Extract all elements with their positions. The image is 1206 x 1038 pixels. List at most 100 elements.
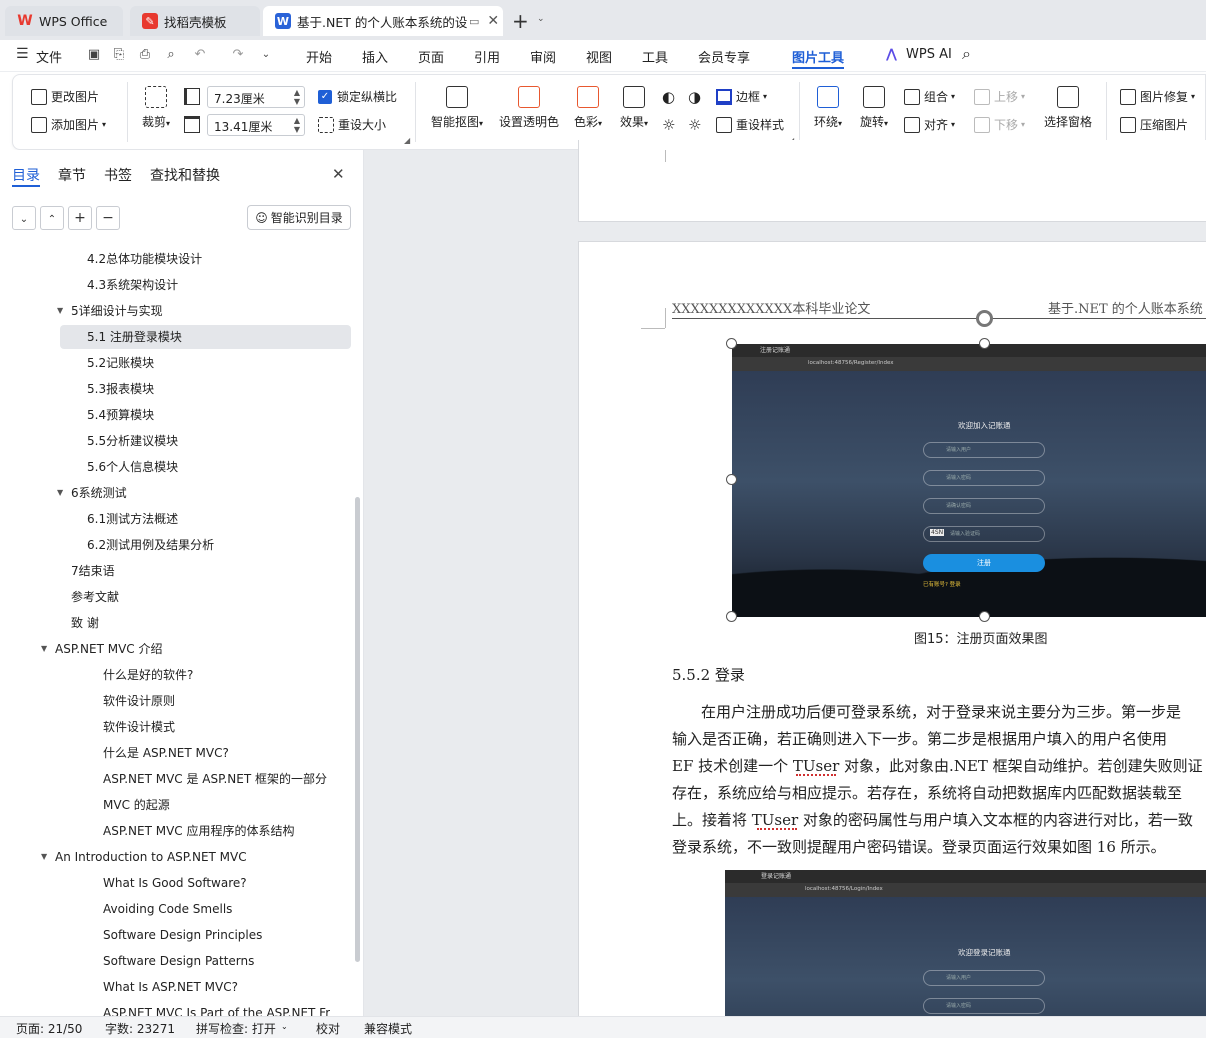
toc-item[interactable]: Software Design Principles <box>103 924 262 948</box>
redo-icon[interactable]: ↷ <box>230 47 246 63</box>
toc-item[interactable]: 4.2总体功能模块设计 <box>87 248 202 272</box>
move-up-button[interactable]: 上移 ▾ <box>974 88 1025 105</box>
menu-review[interactable]: 审阅 <box>530 47 556 66</box>
quick-access-chevron-icon[interactable]: ⌄ <box>258 47 274 63</box>
register-captcha-field[interactable]: 4SN 请输入验证码 <box>923 526 1045 542</box>
wrap-button[interactable]: 环绕▾ <box>810 86 846 130</box>
menu-picture-tools[interactable]: 图片工具 <box>792 47 844 66</box>
selection-pane-button[interactable]: 选择窗格 <box>1042 86 1094 130</box>
resize-handle-w[interactable] <box>726 474 737 485</box>
collapse-all-button[interactable]: ⌄ <box>12 206 36 230</box>
collapse-triangle-icon[interactable]: ▼ <box>41 846 47 868</box>
lock-ratio-checkbox[interactable]: ✓ 锁定纵横比 <box>318 88 397 105</box>
toc-item[interactable]: 7结束语 <box>71 560 115 584</box>
spin-arrows-icon[interactable]: ▲ ▼ <box>294 88 300 106</box>
height-input[interactable]: 13.41厘米 ▲ ▼ <box>207 114 305 136</box>
image-repair-button[interactable]: 图片修复 ▾ <box>1120 88 1195 105</box>
add-heading-button[interactable]: + <box>68 206 92 230</box>
collapse-triangle-icon[interactable]: ▼ <box>41 638 47 660</box>
contrast-increase-icon[interactable]: ◐ <box>662 88 675 106</box>
expand-up-button[interactable]: ⌃ <box>40 206 64 230</box>
hamburger-icon[interactable]: ☰ <box>16 46 29 62</box>
tab-sections[interactable]: 章节 <box>58 165 86 185</box>
reset-size-button[interactable]: 重设大小 <box>318 116 386 133</box>
toc-item-active[interactable]: 5.1 注册登录模块 <box>87 326 182 350</box>
close-pane-icon[interactable]: ✕ <box>332 165 345 183</box>
smart-cutout-button[interactable]: 智能抠图▾ <box>428 86 486 130</box>
group-button[interactable]: 组合 ▾ <box>904 88 955 105</box>
toc-item[interactable]: 参考文献 <box>71 586 119 610</box>
crop-button[interactable]: 裁剪▾ <box>138 86 174 130</box>
set-transparent-button[interactable]: 设置透明色 <box>498 86 560 130</box>
login-link[interactable]: 已有账号? 登录 <box>923 580 961 588</box>
brightness-increase-icon[interactable]: ☼ <box>662 116 675 134</box>
remove-heading-button[interactable]: − <box>96 206 120 230</box>
menu-insert[interactable]: 插入 <box>362 47 388 66</box>
menu-file[interactable]: 文件 <box>36 47 62 66</box>
collapse-triangle-icon[interactable]: ▼ <box>57 482 63 504</box>
register-username-field[interactable]: 请输入用户 <box>923 442 1045 458</box>
word-count[interactable]: 字数: 23271 <box>105 1020 175 1037</box>
print-preview-icon[interactable]: ⌕ <box>163 47 179 63</box>
smart-toc-button[interactable]: ☺ 智能识别目录 <box>247 205 351 230</box>
tab-wps-office[interactable]: W WPS Office <box>5 6 123 36</box>
toc-item[interactable]: 5详细设计与实现 <box>71 300 163 324</box>
tab-toc[interactable]: 目录 <box>12 165 40 185</box>
toc-item[interactable]: 5.6个人信息模块 <box>87 456 178 480</box>
effect-button[interactable]: 效果▾ <box>616 86 652 130</box>
toc-item[interactable]: 6系统测试 <box>71 482 127 506</box>
width-input[interactable]: 7.23厘米 ▲ ▼ <box>207 86 305 108</box>
register-password-field[interactable]: 请输入密码 <box>923 470 1045 486</box>
toc-item[interactable]: 5.3报表模块 <box>87 378 154 402</box>
resize-handle-nw[interactable] <box>726 338 737 349</box>
resize-handle-n[interactable] <box>979 338 990 349</box>
tab-find-replace[interactable]: 查找和替换 <box>150 165 220 185</box>
change-image-button[interactable]: 更改图片 <box>31 88 99 105</box>
proofread-button[interactable]: 校对 <box>316 1020 340 1037</box>
dialog-launcher-icon[interactable]: ◢ <box>404 136 410 145</box>
search-icon[interactable]: ⌕ <box>962 44 971 64</box>
monitor-icon[interactable]: ▭ <box>469 15 479 28</box>
compress-image-button[interactable]: 压缩图片 <box>1120 116 1188 133</box>
toc-item[interactable]: 5.4预算模块 <box>87 404 154 428</box>
rotate-handle-icon[interactable] <box>976 310 993 327</box>
register-confirm-field[interactable]: 请确认密码 <box>923 498 1045 514</box>
border-button[interactable]: 边框 ▾ <box>716 88 767 105</box>
toc-item[interactable]: 6.1测试方法概述 <box>87 508 178 532</box>
login-password-field[interactable]: 请输入密码 <box>923 998 1045 1014</box>
toc-item[interactable]: ASP.NET MVC Is Part of the ASP.NET Fr <box>103 1002 330 1016</box>
toc-item[interactable]: Avoiding Code Smells <box>103 898 232 922</box>
close-tab-icon[interactable]: ✕ <box>487 13 499 29</box>
save-icon[interactable]: ▣ <box>86 47 102 63</box>
register-submit-button[interactable]: 注册 <box>923 554 1045 572</box>
resize-handle-sw[interactable] <box>726 611 737 622</box>
toc-item[interactable]: MVC 的起源 <box>103 794 170 818</box>
contrast-decrease-icon[interactable]: ◑ <box>688 88 701 106</box>
tab-list-chevron-icon[interactable]: ⌄ <box>537 14 545 24</box>
toc-item[interactable]: 5.2记账模块 <box>87 352 154 376</box>
toc-item[interactable]: 6.2测试用例及结果分析 <box>87 534 214 558</box>
figure-login-screenshot[interactable]: 登录记账通 localhost:48756/Login/Index 欢迎登录记账… <box>725 870 1206 1016</box>
resize-handle-s[interactable] <box>979 611 990 622</box>
export-pdf-icon[interactable]: ⎘ <box>111 47 127 63</box>
menu-view[interactable]: 视图 <box>586 47 612 66</box>
collapse-triangle-icon[interactable]: ▼ <box>57 300 63 322</box>
login-username-field[interactable]: 请输入用户 <box>923 970 1045 986</box>
move-down-button[interactable]: 下移 ▾ <box>974 116 1025 133</box>
toc-item[interactable]: 什么是好的软件? <box>103 664 193 688</box>
add-image-button[interactable]: 添加图片 ▾ <box>31 116 106 133</box>
reset-style-button[interactable]: 重设样式 <box>716 116 784 133</box>
tab-active-document[interactable]: W 基于.NET 的个人账本系统的设 ▭ ✕ <box>263 6 503 36</box>
toc-item[interactable]: ASP.NET MVC 介绍 <box>55 638 162 662</box>
brightness-decrease-icon[interactable]: ☼ <box>688 116 701 134</box>
toc-item[interactable]: What Is Good Software? <box>103 872 247 896</box>
menu-wps-ai[interactable]: WPS AI <box>906 47 952 62</box>
toc-item[interactable]: An Introduction to ASP.NET MVC <box>55 846 247 870</box>
align-button[interactable]: 对齐 ▾ <box>904 116 955 133</box>
sidebar-scrollbar[interactable] <box>355 497 360 962</box>
toc-item[interactable]: ASP.NET MVC 应用程序的体系结构 <box>103 820 294 844</box>
toc-item[interactable]: 5.5分析建议模块 <box>87 430 178 454</box>
toc-item[interactable]: 软件设计模式 <box>103 716 175 740</box>
menu-start[interactable]: 开始 <box>306 47 332 66</box>
toc-item[interactable]: 4.3系统架构设计 <box>87 274 178 298</box>
